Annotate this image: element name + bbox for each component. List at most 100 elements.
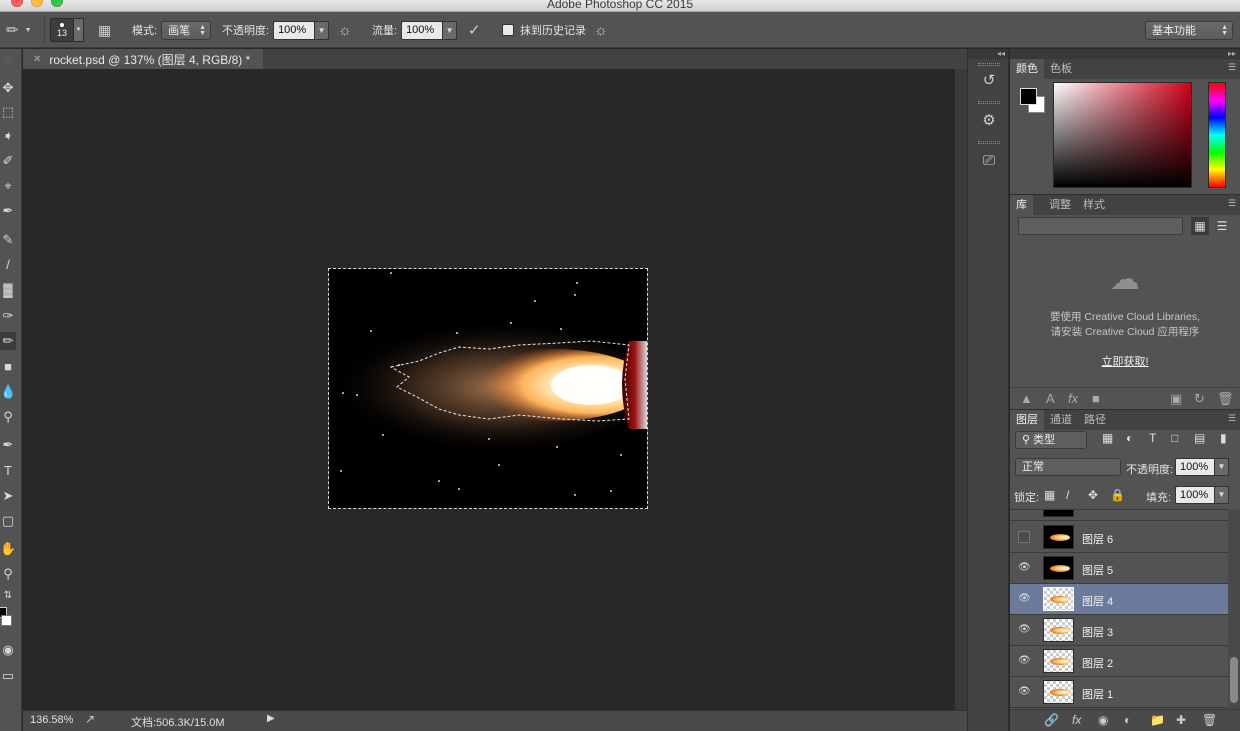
zoom-tool-icon[interactable]: ⚲: [0, 565, 16, 583]
grid-view-icon[interactable]: ▦: [1191, 217, 1209, 235]
lock-position-icon[interactable]: ✥: [1088, 488, 1098, 502]
lock-image-pixels-icon[interactable]: /: [1066, 488, 1069, 502]
eyedropper-tool-icon[interactable]: ✒: [0, 202, 16, 220]
hand-tool-icon[interactable]: ✋: [0, 540, 16, 558]
hue-slider[interactable]: [1208, 82, 1226, 188]
lock-all-icon[interactable]: 🔒: [1110, 488, 1125, 502]
quick-mask-icon[interactable]: ◉: [0, 641, 16, 659]
mode-select[interactable]: 画笔 ▲ ▼: [161, 20, 212, 40]
layer-style-icon[interactable]: fx: [1072, 713, 1081, 727]
opacity-dropdown[interactable]: ▼: [315, 20, 330, 40]
layer-row[interactable]: 👁 图层 1: [1010, 677, 1228, 708]
list-view-icon[interactable]: ☰: [1213, 217, 1231, 235]
type-tool-icon[interactable]: T: [0, 462, 16, 480]
library-select[interactable]: [1018, 217, 1183, 235]
path-select-tool-icon[interactable]: ➤: [0, 487, 16, 505]
layer-row-selected[interactable]: 👁 图层 4: [1010, 584, 1228, 615]
canvas-vertical-scrollbar[interactable]: [955, 69, 967, 710]
tablet-pressure-size-button[interactable]: ☼: [594, 20, 608, 40]
layer-row[interactable]: 图层 6: [1010, 522, 1228, 553]
foreground-color-swatch[interactable]: [1020, 88, 1037, 105]
pen-tool-icon[interactable]: ✒: [0, 436, 16, 454]
add-mask-icon[interactable]: ◉: [1098, 713, 1108, 727]
layer-row[interactable]: [1010, 510, 1228, 521]
filter-smart-object-icon[interactable]: ▤: [1194, 431, 1205, 445]
sync-icon[interactable]: ↻: [1194, 391, 1205, 407]
tablet-pressure-opacity-button[interactable]: ☼: [338, 20, 352, 40]
document-canvas[interactable]: [328, 268, 648, 509]
link-layers-icon[interactable]: 🔗: [1044, 713, 1059, 727]
background-color-swatch[interactable]: [1, 615, 12, 626]
eraser-tool-icon[interactable]: ✏: [0, 332, 16, 350]
eye-icon[interactable]: 👁: [1018, 624, 1031, 636]
flow-input[interactable]: 100%: [401, 20, 444, 40]
swap-colors-icon[interactable]: ⇅: [0, 587, 16, 605]
filter-pixel-icon[interactable]: ▦: [1102, 431, 1113, 445]
status-menu-arrow-icon[interactable]: ▶: [267, 713, 275, 724]
export-icon[interactable]: ↗: [85, 712, 95, 726]
layer-opacity-dropdown[interactable]: ▼: [1215, 458, 1229, 476]
layer-row[interactable]: 👁 图层 5: [1010, 553, 1228, 584]
dodge-tool-icon[interactable]: ⚲: [0, 408, 16, 426]
tool-preset-picker[interactable]: ✏ ▼: [6, 20, 32, 40]
screen-mode-icon[interactable]: ▭: [0, 667, 16, 685]
crop-tool-icon[interactable]: ⌖: [0, 177, 16, 195]
gradient-tool-icon[interactable]: ■: [0, 358, 16, 376]
eye-icon[interactable]: 👁: [1018, 562, 1031, 574]
lock-transparent-pixels-icon[interactable]: ▦: [1044, 488, 1055, 502]
layer-filter-select[interactable]: ⚲ 类型: [1015, 431, 1087, 449]
brush-tool-icon[interactable]: /: [0, 256, 16, 274]
blend-mode-select[interactable]: 正常: [1015, 458, 1121, 476]
trash-icon[interactable]: 🗑: [1217, 391, 1234, 407]
properties-panel-icon[interactable]: ⚙: [977, 109, 1001, 133]
new-group-icon[interactable]: 📁: [1150, 713, 1165, 727]
panel-menu-icon[interactable]: ☰: [1228, 198, 1236, 209]
tab-layers[interactable]: 图层: [1010, 410, 1044, 430]
layer-row[interactable]: 👁 图层 2: [1010, 646, 1228, 677]
stock-icon[interactable]: ▣: [1170, 391, 1182, 407]
history-panel-icon[interactable]: ↺: [977, 69, 1001, 93]
adjustment-layer-icon[interactable]: ◐: [1124, 713, 1131, 727]
erase-to-history-checkbox[interactable]: 抹到历史记录: [502, 20, 586, 40]
marquee-tool-icon[interactable]: ⬚: [0, 103, 16, 121]
layer-opacity-input[interactable]: 100%: [1175, 458, 1215, 476]
tab-paths[interactable]: 路径: [1078, 410, 1112, 430]
opacity-input[interactable]: 100%: [273, 20, 316, 40]
fill-input[interactable]: 100%: [1175, 486, 1215, 504]
expand-panels-icon[interactable]: ▸▸: [1010, 49, 1240, 59]
close-tab-icon[interactable]: ✕: [33, 54, 41, 65]
panel-menu-icon[interactable]: ☰: [1228, 413, 1236, 424]
panel-menu-icon[interactable]: ☰: [1228, 62, 1236, 73]
workspace-select[interactable]: 基本功能 ▲ ▼: [1145, 20, 1233, 40]
get-now-link[interactable]: 立即获取!: [1010, 353, 1240, 369]
paragraph-panel-icon[interactable]: ⎚: [977, 149, 1001, 173]
layer-row[interactable]: 👁 图层 3: [1010, 615, 1228, 646]
quick-select-tool-icon[interactable]: ✐: [0, 152, 16, 170]
eye-icon[interactable]: 👁: [1018, 686, 1031, 698]
trash-icon[interactable]: 🗑: [1202, 713, 1217, 727]
color-swatches[interactable]: [0, 607, 16, 631]
lasso-tool-icon[interactable]: ➧: [0, 127, 16, 145]
add-color-icon[interactable]: ■: [1092, 391, 1100, 406]
new-layer-icon[interactable]: ✚: [1176, 713, 1186, 727]
eye-icon[interactable]: 👁: [1018, 593, 1031, 605]
brush-panel-toggle[interactable]: ▦: [98, 20, 111, 40]
add-text-style-icon[interactable]: A: [1046, 391, 1055, 406]
fill-dropdown[interactable]: ▼: [1215, 486, 1229, 504]
add-layer-style-icon[interactable]: fx: [1068, 391, 1078, 406]
tab-styles[interactable]: 样式: [1077, 195, 1111, 215]
blur-tool-icon[interactable]: 💧: [0, 383, 16, 401]
healing-brush-tool-icon[interactable]: ✎: [0, 231, 16, 249]
flow-dropdown[interactable]: ▼: [443, 20, 458, 40]
tab-swatches[interactable]: 色板: [1044, 59, 1078, 79]
visibility-toggle[interactable]: [1018, 531, 1030, 543]
eye-icon[interactable]: 👁: [1018, 655, 1031, 667]
tab-adjustments[interactable]: 调整: [1043, 195, 1077, 215]
layers-scrollbar[interactable]: [1228, 509, 1240, 709]
collapse-dock-icon[interactable]: ◂◂: [968, 49, 1008, 59]
filter-type-icon[interactable]: T: [1149, 431, 1156, 445]
tab-color[interactable]: 颜色: [1010, 59, 1044, 79]
tab-libraries[interactable]: 库: [1010, 195, 1033, 215]
move-tool-icon[interactable]: ✥: [0, 79, 16, 97]
airbrush-button[interactable]: ✓: [468, 20, 481, 40]
